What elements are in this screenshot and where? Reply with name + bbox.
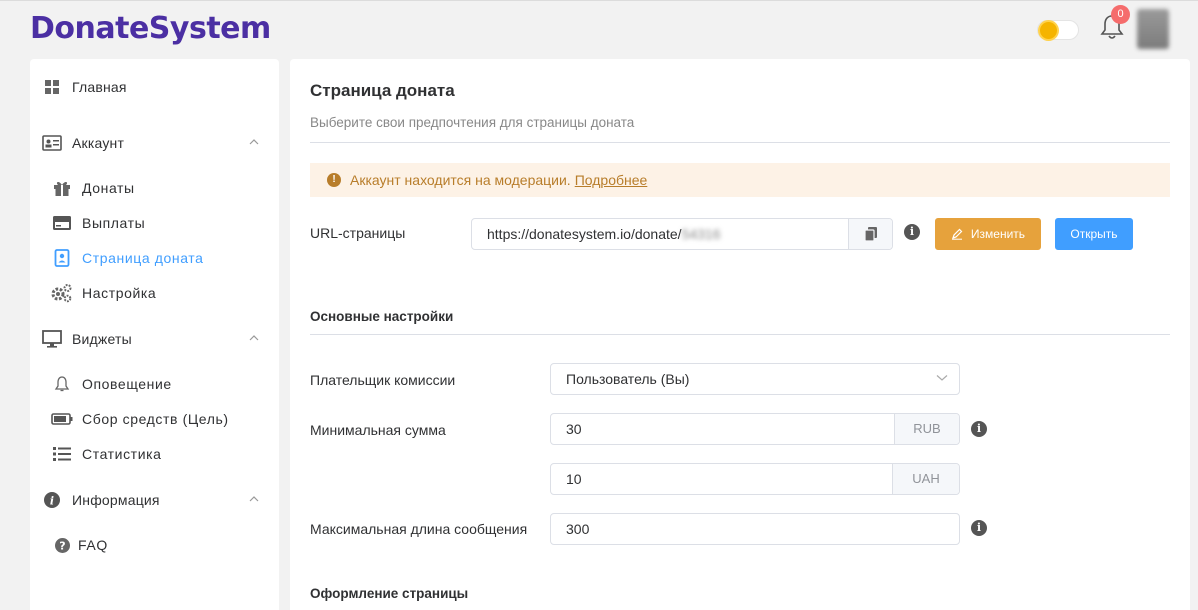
sidebar-item-label: Статистика (82, 446, 162, 462)
max-message-label: Максимальная длина сообщения (310, 521, 528, 537)
info-icon: i (41, 489, 63, 511)
avatar[interactable] (1137, 9, 1169, 49)
edit-button-label: Изменить (970, 227, 1026, 241)
fee-payer-value: Пользователь (Вы) (566, 371, 690, 387)
min-amount-label: Минимальная сумма (310, 422, 446, 438)
fee-payer-select[interactable]: Пользователь (Вы) (550, 363, 960, 395)
sidebar-item-statistics[interactable]: Статистика (30, 437, 279, 471)
chevron-up-icon (249, 335, 259, 341)
rub-unit: RUB (894, 414, 959, 444)
copy-button[interactable] (848, 219, 892, 249)
sun-icon (1040, 22, 1057, 39)
min-amount-rub-input[interactable]: 30 RUB (550, 413, 960, 445)
alert-more-link[interactable]: Подробнее (575, 172, 648, 188)
edit-button[interactable]: Изменить (935, 218, 1041, 250)
basic-settings-heading: Основные настройки (310, 309, 454, 324)
main-card: Страница доната Выберите свои предпочтен… (290, 59, 1190, 610)
sidebar-group-label: Информация (72, 492, 160, 508)
battery-icon (51, 408, 73, 430)
sidebar-item-settings[interactable]: Настройка (30, 276, 279, 310)
sidebar-item-label: Донаты (82, 180, 135, 196)
url-value: https://donatesystem.io/donate/ (487, 226, 682, 242)
page-subtitle: Выберите свои предпочтения для страницы … (310, 115, 635, 130)
copy-icon (863, 227, 877, 242)
sidebar-item-fundraising[interactable]: Сбор средств (Цель) (30, 402, 279, 436)
min-amount-rub-value: 30 (566, 421, 582, 437)
divider (310, 334, 1170, 335)
contact-book-icon (51, 247, 73, 269)
max-message-value: 300 (566, 521, 590, 537)
chevron-up-icon (249, 139, 259, 145)
min-amount-uah-value: 10 (566, 471, 582, 487)
min-amount-uah-input[interactable]: 10 UAH (550, 463, 960, 495)
gift-icon (51, 177, 73, 199)
svg-text:i: i (50, 495, 54, 508)
sidebar-group-widgets[interactable]: Виджеты (30, 322, 279, 356)
list-icon (51, 443, 73, 465)
sidebar-item-label: Настройка (82, 285, 157, 301)
url-label: URL-страницы (310, 225, 406, 241)
url-hidden-part: 54316 (681, 226, 721, 242)
sidebar-item-label: Выплаты (82, 215, 146, 231)
grid-icon (41, 76, 63, 98)
info-icon[interactable]: i (904, 224, 920, 240)
question-icon: ? (51, 534, 73, 556)
sidebar-item-label: Оповещение (82, 376, 172, 392)
open-button-label: Открыть (1070, 227, 1118, 241)
sidebar-group-label: Виджеты (72, 331, 132, 347)
sidebar-item-payouts[interactable]: Выплаты (30, 206, 279, 240)
monitor-icon (41, 328, 63, 350)
sidebar-group-label: Аккаунт (72, 135, 125, 151)
sidebar-item-alert[interactable]: Оповещение (30, 367, 279, 401)
notification-badge: 0 (1111, 5, 1130, 24)
sidebar-item-main[interactable]: Главная (30, 70, 279, 104)
uah-unit: UAH (892, 464, 959, 494)
moderation-alert: ! Аккаунт находится на модерации. Подроб… (310, 163, 1170, 197)
sidebar: Главная Аккаунт Донаты Выплаты Страница … (30, 59, 279, 610)
alert-text: Аккаунт находится на модерации. (350, 172, 571, 188)
credit-card-icon (51, 212, 73, 234)
fee-payer-label: Плательщик комиссии (310, 372, 456, 388)
logo[interactable]: DonateSystem (30, 11, 271, 46)
sidebar-group-info[interactable]: i Информация (30, 483, 279, 517)
sidebar-item-label: Страница доната (82, 250, 204, 266)
warning-icon: ! (327, 173, 341, 187)
gears-icon (51, 282, 73, 304)
top-header: DonateSystem 0 (0, 0, 1198, 58)
id-card-icon (41, 132, 63, 154)
pencil-icon (951, 228, 963, 240)
sidebar-item-donation-page[interactable]: Страница доната (30, 241, 279, 275)
design-heading: Оформление страницы (310, 586, 469, 601)
sidebar-item-label: FAQ (78, 537, 108, 553)
bell-outline-icon (51, 373, 73, 395)
chevron-down-icon (936, 375, 948, 381)
open-button[interactable]: Открыть (1055, 218, 1133, 250)
info-icon[interactable]: i (971, 520, 987, 536)
divider (310, 142, 1170, 143)
svg-text:?: ? (59, 539, 65, 552)
info-icon[interactable]: i (971, 421, 987, 437)
url-input[interactable]: https://donatesystem.io/donate/54316 (471, 218, 893, 250)
sidebar-item-donations[interactable]: Донаты (30, 171, 279, 205)
page-title: Страница доната (310, 81, 455, 100)
sidebar-group-account[interactable]: Аккаунт (30, 126, 279, 160)
chevron-up-icon (249, 496, 259, 502)
max-message-input[interactable]: 300 (550, 513, 960, 545)
sidebar-item-label: Главная (72, 79, 127, 95)
sidebar-item-label: Сбор средств (Цель) (82, 411, 229, 427)
theme-toggle[interactable] (1037, 20, 1079, 40)
sidebar-item-faq[interactable]: ? FAQ (30, 528, 279, 562)
